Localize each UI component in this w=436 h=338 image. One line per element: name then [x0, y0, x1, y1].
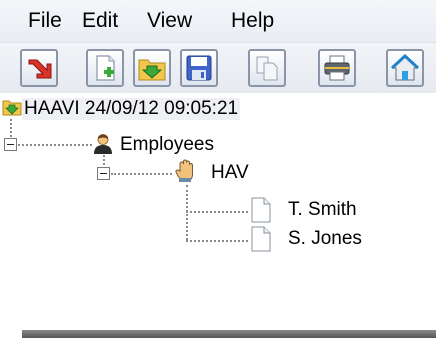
tree-connector — [186, 211, 248, 213]
tree-node-employees[interactable]: Employees — [120, 134, 214, 156]
save-floppy-icon — [186, 55, 212, 81]
tree-node-hav[interactable]: HAV — [211, 162, 249, 184]
open-folder-icon — [138, 59, 166, 81]
home-icon — [391, 54, 419, 81]
person-icon — [94, 134, 112, 154]
app-window: File Edit View Help HAAVI 24/09/12 09:05… — [0, 0, 436, 338]
new-button[interactable] — [86, 49, 124, 87]
tree-connector — [111, 173, 172, 175]
document-icon — [251, 226, 271, 252]
exit-button[interactable] — [20, 49, 58, 87]
toolbar — [0, 43, 436, 93]
copy-icon — [256, 56, 278, 81]
hand-icon — [175, 159, 193, 182]
menu-bar: File Edit View Help — [0, 0, 436, 43]
collapse-toggle[interactable] — [97, 167, 110, 180]
tree-leaf-label[interactable]: T. Smith — [288, 199, 357, 221]
menu-view[interactable]: View — [145, 8, 194, 34]
tree-connector — [18, 144, 92, 146]
folder-arrow-icon — [2, 100, 22, 116]
new-document-icon — [96, 55, 115, 81]
tree-leaf-label[interactable]: S. Jones — [288, 228, 362, 250]
menu-help[interactable]: Help — [229, 8, 276, 34]
window-bottom-edge — [22, 330, 436, 338]
menu-file[interactable]: File — [26, 8, 64, 34]
tree-connector — [186, 240, 248, 242]
document-icon — [251, 197, 271, 223]
copy-button[interactable] — [248, 49, 286, 87]
home-button[interactable] — [386, 49, 424, 87]
exit-arrow-icon — [28, 59, 52, 79]
print-button[interactable] — [318, 49, 356, 87]
collapse-toggle[interactable] — [4, 138, 17, 151]
tree-view: HAAVI 24/09/12 09:05:21 Employees HAV T.… — [0, 93, 436, 313]
save-button[interactable] — [180, 49, 218, 87]
menu-edit[interactable]: Edit — [80, 8, 120, 34]
tree-root-label[interactable]: HAAVI 24/09/12 09:05:21 — [22, 98, 241, 120]
print-icon — [324, 55, 350, 81]
open-button[interactable] — [133, 49, 171, 87]
